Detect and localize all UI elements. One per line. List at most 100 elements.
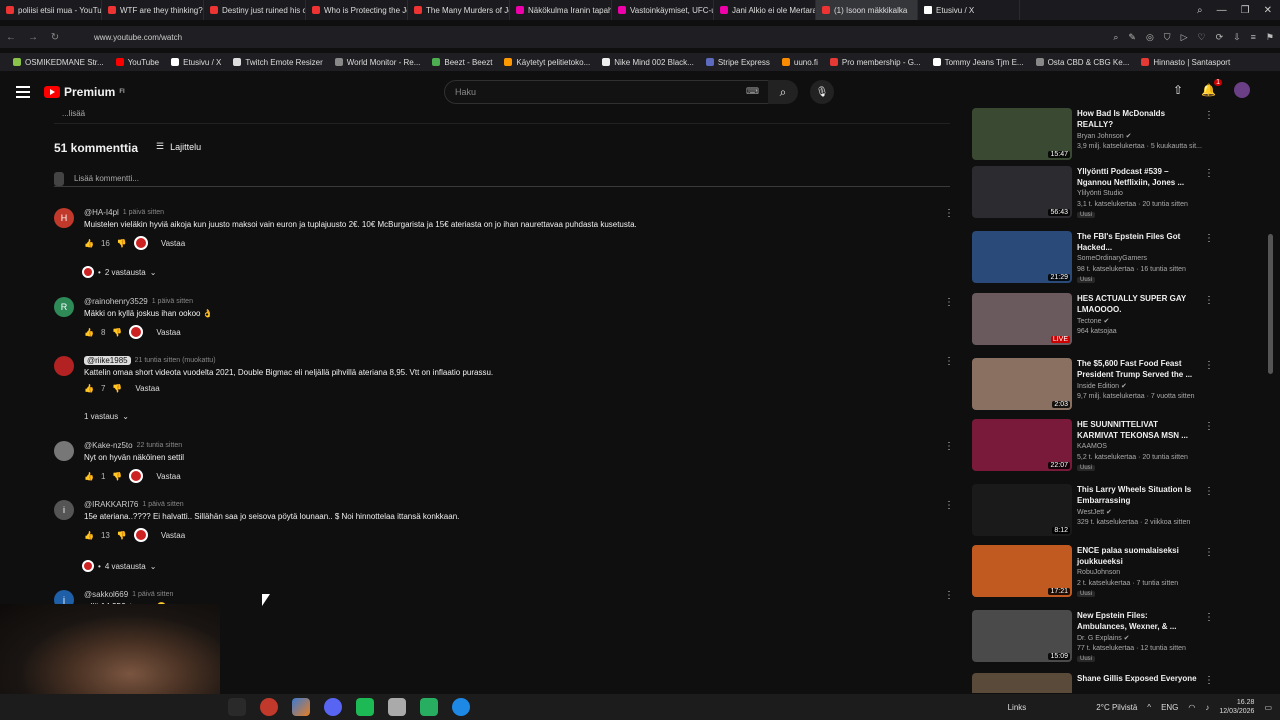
video-title[interactable]: The FBI's Epstein Files Got Hacked...: [1077, 231, 1197, 253]
tray-chevron-icon[interactable]: ^: [1147, 703, 1151, 712]
bookmark-item[interactable]: Pro membership - G...: [825, 58, 926, 67]
search-button[interactable]: ⌕: [768, 80, 798, 104]
video-title[interactable]: Shane Gillis Exposed Everyone: [1077, 673, 1197, 684]
bookmark-item[interactable]: YouTube: [111, 58, 164, 67]
video-title[interactable]: ENCE palaa suomalaiseksi joukkueeksi: [1077, 545, 1197, 567]
youtube-logo[interactable]: Premium FI: [44, 85, 125, 99]
video-title[interactable]: The $5,600 Fast Food Feast President Tru…: [1077, 358, 1197, 380]
forward-icon[interactable]: →: [22, 32, 44, 43]
flow-icon[interactable]: ⟳: [1216, 32, 1224, 43]
related-video-item[interactable]: 56:43 Yllyöntti Podcast #539 – Ngannou Ne…: [972, 166, 1216, 220]
video-channel[interactable]: RobuJohnson: [1077, 569, 1120, 576]
discord-icon[interactable]: [324, 698, 342, 716]
bookmark-item[interactable]: Hinnasto | Santasport: [1136, 58, 1235, 67]
create-icon[interactable]: ⇧: [1173, 83, 1183, 97]
video-menu-icon[interactable]: ⋮: [1204, 547, 1214, 558]
bookmark-item[interactable]: OSMIKEDMANE Str...: [8, 58, 109, 67]
back-icon[interactable]: ←: [0, 32, 22, 43]
comment-author[interactable]: @sakkol669: [84, 590, 128, 599]
dislike-icon[interactable]: 👎: [112, 384, 122, 393]
minimize-icon[interactable]: —: [1217, 5, 1227, 16]
extensions-icon[interactable]: ⚑: [1266, 32, 1274, 43]
comment-time[interactable]: 1 päivä sitten: [142, 501, 183, 508]
dislike-icon[interactable]: 👎: [112, 328, 122, 337]
task-view-icon[interactable]: [228, 698, 246, 716]
video-channel[interactable]: Tectone ✔: [1077, 317, 1109, 325]
video-thumbnail[interactable]: 22:07: [972, 419, 1072, 471]
related-video-item[interactable]: LIVE HES ACTUALLY SUPER GAY LMAOOOO. Tecto…: [972, 293, 1216, 347]
video-title[interactable]: How Bad Is McDonalds REALLY?: [1077, 108, 1197, 130]
browser-tab[interactable]: poliisi etsii mua - YouTub: [0, 0, 102, 20]
video-title[interactable]: This Larry Wheels Situation Is Embarrass…: [1077, 484, 1197, 506]
close-window-icon[interactable]: ✕: [1264, 5, 1272, 16]
kick-icon[interactable]: [420, 698, 438, 716]
video-channel[interactable]: WestJett ✔: [1077, 508, 1112, 516]
network-icon[interactable]: ◠: [1188, 703, 1195, 712]
comment-avatar[interactable]: [54, 356, 74, 376]
video-thumbnail[interactable]: [972, 673, 1072, 693]
video-thumbnail[interactable]: 15:09: [972, 610, 1072, 662]
description-more-link[interactable]: ...lisää: [62, 109, 85, 118]
video-thumbnail[interactable]: LIVE: [972, 293, 1072, 345]
search-input[interactable]: Haku ⌨: [444, 80, 770, 104]
bookmark-item[interactable]: Beezt - Beezt: [427, 58, 497, 67]
notifications-button[interactable]: 🔔 1: [1201, 79, 1222, 97]
related-video-item[interactable]: Shane Gillis Exposed Everyone ⋮: [972, 673, 1216, 693]
video-menu-icon[interactable]: ⋮: [1204, 360, 1214, 371]
video-title[interactable]: New Epstein Files: Ambulances, Wexner, &…: [1077, 610, 1197, 632]
comment-author[interactable]: @Kake-nz5to: [84, 441, 133, 450]
browser-tab[interactable]: The Many Murders of Jef: [408, 0, 510, 20]
app-icon[interactable]: [292, 698, 310, 716]
related-video-item[interactable]: 17:21 ENCE palaa suomalaiseksi joukkueeks…: [972, 545, 1216, 599]
reply-button[interactable]: Vastaa: [161, 239, 185, 248]
video-menu-icon[interactable]: ⋮: [1204, 110, 1214, 121]
video-title[interactable]: HE SUUNNITTELIVAT KARMIVAT TEKONSA MSN .…: [1077, 419, 1197, 441]
browser-tab[interactable]: Jani Alkio ei ole Mertaran: [714, 0, 816, 20]
add-comment-field[interactable]: Lisää kommentti...: [54, 171, 950, 187]
video-title[interactable]: HES ACTUALLY SUPER GAY LMAOOOO.: [1077, 293, 1197, 315]
comment-menu-icon[interactable]: ⋮: [944, 500, 954, 511]
scrollbar-thumb[interactable]: [1268, 234, 1273, 374]
dislike-icon[interactable]: 👎: [117, 239, 127, 248]
related-video-item[interactable]: 2:03 The $5,600 Fast Food Feast President…: [972, 358, 1216, 412]
bookmark-item[interactable]: Etusivu / X: [166, 58, 226, 67]
search-tabs-icon[interactable]: ⌕: [1197, 5, 1203, 16]
like-icon[interactable]: 👍: [84, 531, 94, 540]
video-thumbnail[interactable]: 2:03: [972, 358, 1072, 410]
camera-icon[interactable]: ◎: [1146, 32, 1154, 43]
keyboard-icon[interactable]: ⌨: [746, 86, 759, 97]
browser-tab[interactable]: Näkökulma Iranin tapahtu: [510, 0, 612, 20]
maximize-icon[interactable]: ❐: [1241, 5, 1250, 16]
replies-toggle[interactable]: 1 vastaus ⌄: [84, 412, 129, 421]
bookmark-item[interactable]: Tommy Jeans Tjm E...: [928, 58, 1029, 67]
video-channel[interactable]: KAAMOS: [1077, 443, 1107, 450]
shield-icon[interactable]: ⛉: [1164, 32, 1171, 43]
dislike-icon[interactable]: 👎: [117, 531, 127, 540]
related-video-item[interactable]: 21:29 The FBI's Epstein Files Got Hacked.…: [972, 231, 1216, 285]
video-channel[interactable]: Ylilyönti Studio: [1077, 190, 1123, 197]
browser-tab[interactable]: Vastoinkäymiset, UFC-ur: [612, 0, 714, 20]
video-channel[interactable]: SomeOrdinaryGamers: [1077, 255, 1147, 262]
replies-toggle[interactable]: • 2 vastausta ⌄: [82, 266, 156, 278]
bookmark-item[interactable]: World Monitor - Re...: [330, 58, 426, 67]
voice-search-button[interactable]: 🎙: [810, 80, 834, 104]
reply-button[interactable]: Vastaa: [135, 384, 159, 393]
like-icon[interactable]: 👍: [84, 239, 94, 248]
comment-menu-icon[interactable]: ⋮: [944, 441, 954, 452]
browser-tab[interactable]: Who is Protecting the Jef: [306, 0, 408, 20]
comment-menu-icon[interactable]: ⋮: [944, 356, 954, 367]
video-thumbnail[interactable]: 56:43: [972, 166, 1072, 218]
links-label[interactable]: Links: [1008, 703, 1027, 712]
comment-time[interactable]: 1 päivä sitten: [123, 209, 164, 216]
reload-icon[interactable]: ↻: [44, 32, 66, 43]
spotify-icon[interactable]: [356, 698, 374, 716]
edge-icon[interactable]: [452, 698, 470, 716]
comment-author[interactable]: @IRAKKARI76: [84, 500, 138, 509]
comment-author[interactable]: @HA-I4pl: [84, 208, 119, 217]
comment-time[interactable]: 1 päivä sitten: [132, 591, 173, 598]
related-video-item[interactable]: 15:09 New Epstein Files: Ambulances, Wexn…: [972, 610, 1216, 664]
page-scrollbar[interactable]: [1268, 110, 1274, 690]
clock[interactable]: 16.28 12/03/2026: [1219, 698, 1254, 716]
dislike-icon[interactable]: 👎: [112, 472, 122, 481]
heart-icon[interactable]: ♡: [1197, 32, 1205, 43]
